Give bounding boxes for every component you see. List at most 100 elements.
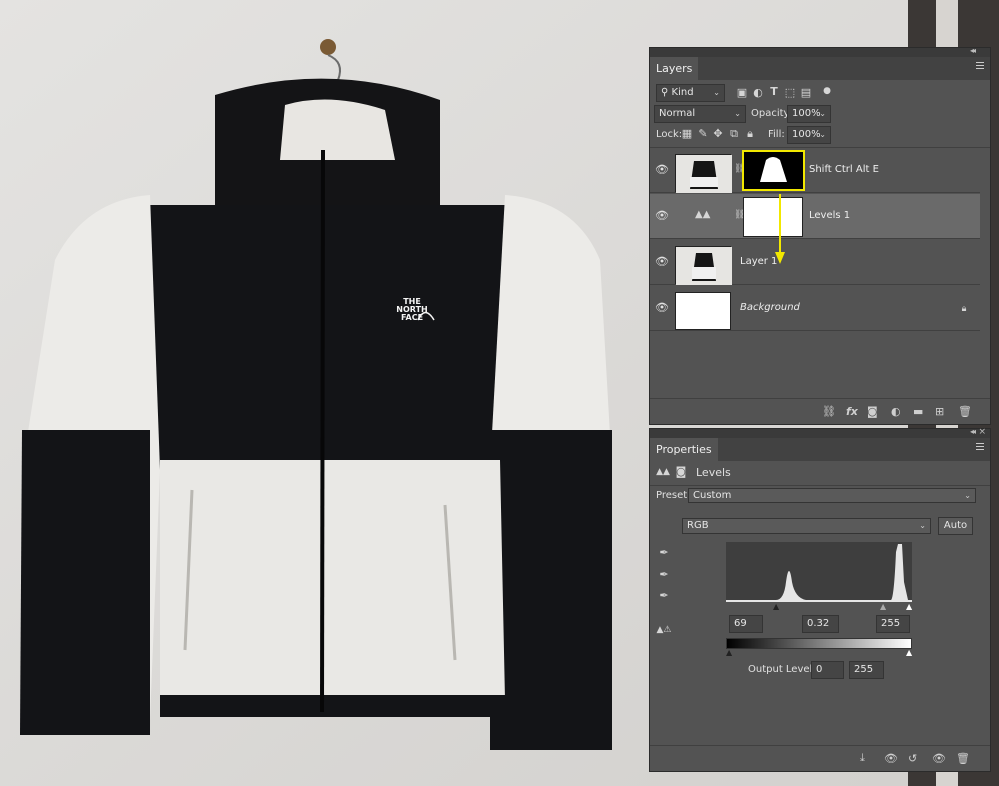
chevron-down-icon: ⌄ [819, 130, 826, 139]
layer-row-levels[interactable]: 👁︎ ▲▲ ⛓︎ Levels 1 [650, 194, 980, 239]
lock-transparent-icon[interactable]: ▦ [681, 127, 693, 141]
tab-properties[interactable]: Properties [650, 438, 718, 461]
layers-footer: ⛓︎ fx ◙ ◐ ▬ ⊞ 🗑︎ [650, 398, 990, 424]
levels-adjustment-icon: ▲▲ [695, 209, 711, 220]
chevron-down-icon: ⌄ [819, 109, 826, 118]
layer-thumbnail [675, 246, 732, 285]
input-white-value: 255 [881, 618, 901, 629]
layers-tab-row: Layers [650, 57, 990, 80]
channel-select[interactable]: RGB ⌄ [682, 518, 931, 534]
link-layers-icon[interactable]: ⛓︎ [822, 405, 836, 418]
shape-filter-icon[interactable]: ⬚ [784, 86, 796, 100]
layer-row-stamp[interactable]: 👁︎ ⛓︎ Shift Ctrl Alt E [650, 148, 980, 193]
fill-label: Fill: [768, 129, 785, 140]
collapse-icon[interactable]: ◂◂ [970, 46, 976, 55]
panel-menu-icon[interactable] [976, 62, 984, 69]
view-previous-icon[interactable]: 👁︎ [884, 752, 898, 765]
lock-all-icon[interactable]: 🔒︎ [744, 127, 756, 141]
layer-row-layer1[interactable]: 👁︎ Layer 1 [650, 240, 980, 285]
white-eyedropper-icon[interactable]: ✒︎ [657, 589, 671, 603]
clip-to-layer-icon[interactable]: ⤓ [860, 751, 865, 765]
input-white-field[interactable]: 255 [876, 615, 910, 633]
panel-title-bar[interactable]: ◂◂ [650, 46, 990, 57]
properties-tab-row: Properties [650, 438, 990, 461]
trash-icon[interactable]: 🗑︎ [958, 405, 972, 418]
fill-field[interactable]: 100% ⌄ [787, 126, 831, 144]
levels-adjustment-icon[interactable]: ▲▲ [656, 465, 670, 479]
layer-row-background[interactable]: 👁︎ Background 🔒︎ [650, 286, 980, 331]
collapse-icon[interactable]: ◂◂ [970, 427, 976, 436]
output-black-field[interactable]: 0 [811, 661, 844, 679]
blend-mode-value: Normal [659, 108, 696, 119]
histogram [726, 542, 912, 602]
kind-filter-select[interactable]: ⚲ Kind ⌄ [656, 84, 725, 102]
chevron-down-icon: ⌄ [734, 109, 741, 118]
opacity-field[interactable]: 100% ⌄ [787, 105, 831, 123]
filter-toggle-icon[interactable]: ● [822, 84, 832, 98]
fill-value: 100% [792, 129, 821, 140]
input-black-field[interactable]: 69 [729, 615, 763, 633]
layer-thumbnail [675, 154, 732, 193]
annotation-arrow [775, 194, 785, 264]
new-adjustment-icon[interactable]: ◐ [891, 405, 901, 418]
layer-mask-thumbnail[interactable] [742, 150, 805, 191]
auto-button[interactable]: Auto [938, 517, 973, 535]
black-eyedropper-icon[interactable]: ✒︎ [657, 546, 671, 560]
preset-value: Custom [693, 490, 732, 501]
reset-icon[interactable]: ↺ [908, 752, 917, 765]
opacity-label: Opacity: [751, 108, 793, 119]
gray-eyedropper-icon[interactable]: ✒︎ [657, 568, 671, 582]
layer-name[interactable]: Background [740, 302, 800, 313]
blend-mode-select[interactable]: Normal ⌄ [654, 105, 746, 123]
close-icon[interactable]: × [978, 427, 986, 437]
visibility-eye-icon[interactable]: 👁︎ [655, 163, 669, 177]
new-group-icon[interactable]: ▬ [913, 405, 923, 418]
visibility-eye-icon[interactable]: 👁︎ [655, 301, 669, 315]
output-black-handle[interactable]: ▲ [726, 648, 732, 657]
chevron-down-icon: ⌄ [919, 521, 926, 530]
layer-name[interactable]: Shift Ctrl Alt E [809, 164, 879, 175]
lock-artboard-icon[interactable]: ⧉ [728, 127, 740, 141]
kind-filter-value: Kind [671, 87, 694, 98]
black-point-handle[interactable]: ▲ [773, 602, 779, 611]
layer-mask-thumbnail[interactable] [743, 197, 803, 237]
output-white-field[interactable]: 255 [849, 661, 884, 679]
chevron-down-icon: ⌄ [964, 491, 971, 500]
add-mask-icon[interactable]: ◙ [867, 405, 878, 418]
smart-object-filter-icon[interactable]: ▤ [800, 86, 812, 100]
fx-icon[interactable]: fx [846, 405, 858, 418]
panel-menu-icon[interactable] [976, 443, 984, 450]
output-levels-label: Output Levels: [748, 664, 821, 675]
white-point-handle[interactable]: ▲ [906, 602, 912, 611]
preset-select[interactable]: Custom ⌄ [688, 488, 976, 503]
layer-thumbnail [675, 292, 731, 330]
adjustment-filter-icon[interactable]: ◐ [752, 86, 764, 100]
lock-image-icon[interactable]: ✎ [697, 127, 709, 141]
lock-position-icon[interactable]: ✥ [712, 127, 724, 141]
layer-list: 👁︎ ⛓︎ Shift Ctrl Alt E 👁︎ ▲▲ ⛓︎ Levels 1… [650, 147, 990, 395]
visibility-eye-icon[interactable]: 👁︎ [655, 255, 669, 269]
panel-title-bar[interactable]: ◂◂ × [650, 427, 990, 438]
trash-icon[interactable]: 🗑︎ [956, 752, 970, 765]
input-gamma-value: 0.32 [807, 618, 830, 629]
clipping-warning-icon[interactable]: ▲⚠ [655, 623, 673, 637]
type-filter-icon[interactable]: T [768, 85, 780, 99]
gamma-handle[interactable]: ▲ [880, 602, 886, 611]
lock-label: Lock: [656, 129, 683, 140]
visibility-eye-icon[interactable]: 👁︎ [655, 209, 669, 223]
properties-footer: ⤓ 👁︎ ↺ 👁︎ 🗑︎ [650, 745, 990, 771]
new-layer-icon[interactable]: ⊞ [935, 405, 944, 418]
preset-label: Preset: [656, 490, 691, 501]
properties-panel: ◂◂ × Properties ▲▲ ◙ Levels Preset: Cust… [649, 427, 991, 772]
layer-name[interactable]: Levels 1 [809, 210, 850, 221]
input-slider-track: ▲ ▲ ▲ [726, 602, 912, 611]
tab-layers[interactable]: Layers [650, 57, 699, 80]
layer-name[interactable]: Layer 1 [740, 256, 777, 267]
input-gamma-field[interactable]: 0.32 [802, 615, 839, 633]
channel-value: RGB [687, 520, 709, 531]
toggle-visibility-icon[interactable]: 👁︎ [932, 752, 946, 765]
output-white-handle[interactable]: ▲ [906, 648, 912, 657]
pixel-filter-icon[interactable]: ▣ [736, 86, 748, 100]
mask-icon[interactable]: ◙ [674, 465, 688, 479]
divider [650, 485, 990, 486]
